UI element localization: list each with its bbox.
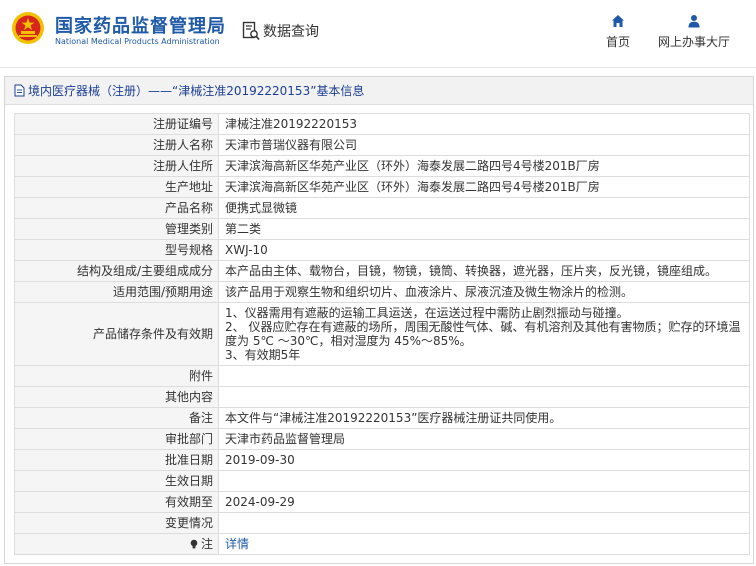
table-row: 注册证编号 津械注准20192220153 — [14, 113, 750, 135]
storage-line: 1、仪器需用有遮蔽的运输工具运送，在运送过程中需防止剧烈振动与碰撞。 — [225, 306, 629, 320]
row-value — [218, 365, 750, 387]
row-value: XWJ-10 — [218, 239, 750, 261]
table-row: 管理类别 第二类 — [14, 218, 750, 240]
note-label: 注 — [200, 537, 213, 551]
table-row: 型号规格 XWJ-10 — [14, 239, 750, 261]
home-icon — [612, 15, 624, 27]
row-value: 2019-09-30 — [218, 449, 750, 471]
row-value: 2024-09-29 — [218, 491, 750, 513]
row-label: 有效期至 — [14, 491, 219, 513]
row-label: 注册人名称 — [14, 134, 219, 156]
table-row: 结构及组成/主要组成成分 本产品由主体、载物台，目镜，物镜，镜筒、转换器，遮光器… — [14, 260, 750, 282]
table-row: 注 详情 — [14, 533, 750, 555]
lightbulb-icon — [190, 539, 198, 549]
row-label: 附件 — [14, 365, 219, 387]
row-label: 结构及组成/主要组成成分 — [14, 260, 219, 282]
row-value: 便携式显微镜 — [218, 197, 750, 219]
row-label: 管理类别 — [14, 218, 219, 240]
panel-title: 境内医疗器械（注册）——“津械注准20192220153”基本信息 — [28, 84, 365, 98]
table-row: 生产地址 天津滨海高新区华苑产业区（环外）海泰发展二路四号4号楼201B厂房 — [14, 176, 750, 198]
details-link[interactable]: 详情 — [225, 537, 249, 551]
storage-line: 2、 仪器应贮存在有遮蔽的场所，周围无酸性气体、碱、有机溶剂及其他有害物质；贮存… — [225, 320, 741, 348]
row-value: 本产品由主体、载物台，目镜，物镜，镜筒、转换器，遮光器，压片夹，反光镜，镜座组成… — [218, 260, 750, 282]
row-value: 该产品用于观察生物和组织切片、血液涂片、尿液沉渣及微生物涂片的检测。 — [218, 281, 750, 303]
row-value: 天津市药品监督管理局 — [218, 428, 750, 450]
panel-title-bar: 境内医疗器械（注册）——“津械注准20192220153”基本信息 — [5, 77, 753, 105]
row-value: 详情 — [218, 533, 750, 555]
table-row: 适用范围/预期用途 该产品用于观察生物和组织切片、血液涂片、尿液沉渣及微生物涂片… — [14, 281, 750, 303]
row-label: 备注 — [14, 407, 219, 429]
row-label: 生效日期 — [14, 470, 219, 492]
row-label: 注册证编号 — [14, 113, 219, 135]
row-label: 变更情况 — [14, 512, 219, 534]
row-value: 津械注准20192220153 — [218, 113, 750, 135]
row-value — [218, 386, 750, 408]
basic-info-panel: 境内医疗器械（注册）——“津械注准20192220153”基本信息 注册证编号 … — [4, 76, 754, 564]
table-row: 产品储存条件及有效期 1、仪器需用有遮蔽的运输工具运送，在运送过程中需防止剧烈振… — [14, 302, 750, 366]
registration-info-table: 注册证编号 津械注准20192220153 注册人名称 天津市普瑞仪器有限公司 … — [14, 113, 750, 555]
storage-line: 3、有效期5年 — [225, 348, 301, 362]
row-label: 生产地址 — [14, 176, 219, 198]
table-row: 附件 — [14, 365, 750, 387]
nav-home-label: 首页 — [605, 35, 630, 49]
nav-online-service-hall-label: 网上办事大厅 — [657, 35, 730, 49]
row-value: 天津滨海高新区华苑产业区（环外）海泰发展二路四号4号楼201B厂房 — [218, 155, 750, 177]
table-row: 其他内容 — [14, 386, 750, 408]
site-name-cn[interactable]: 国家药品监督管理局 — [55, 12, 226, 38]
row-label: 型号规格 — [14, 239, 219, 261]
row-label: 注册人住所 — [14, 155, 219, 177]
row-label: 其他内容 — [14, 386, 219, 408]
data-query-link[interactable]: 数据查询 — [242, 20, 319, 42]
site-name-en[interactable]: National Medical Products Administration — [55, 37, 220, 46]
table-row: 生效日期 — [14, 470, 750, 492]
site-header: 国家药品监督管理局 National Medical Products Admi… — [0, 0, 756, 68]
document-icon — [14, 84, 25, 97]
table-row: 备注 本文件与“津械注准20192220153”医疗器械注册证共同使用。 — [14, 407, 750, 429]
row-value: 天津市普瑞仪器有限公司 — [218, 134, 750, 156]
row-value — [218, 512, 750, 534]
table-row: 审批部门 天津市药品监督管理局 — [14, 428, 750, 450]
row-value: 本文件与“津械注准20192220153”医疗器械注册证共同使用。 — [218, 407, 750, 429]
document-search-icon — [242, 21, 260, 41]
row-value: 第二类 — [218, 218, 750, 240]
nav-home[interactable]: 首页 — [599, 14, 637, 50]
table-row: 有效期至 2024-09-29 — [14, 491, 750, 513]
note-label-cell: 注 — [14, 533, 219, 555]
row-label: 批准日期 — [14, 449, 219, 471]
row-label: 产品名称 — [14, 197, 219, 219]
table-row: 批准日期 2019-09-30 — [14, 449, 750, 471]
national-emblem-icon — [12, 12, 44, 44]
user-icon — [688, 15, 700, 28]
data-query-label: 数据查询 — [263, 24, 319, 40]
row-value — [218, 470, 750, 492]
table-row: 注册人名称 天津市普瑞仪器有限公司 — [14, 134, 750, 156]
row-label: 审批部门 — [14, 428, 219, 450]
row-value: 天津滨海高新区华苑产业区（环外）海泰发展二路四号4号楼201B厂房 — [218, 176, 750, 198]
table-row: 变更情况 — [14, 512, 750, 534]
row-label: 适用范围/预期用途 — [14, 281, 219, 303]
nav-online-service-hall[interactable]: 网上办事大厅 — [652, 14, 736, 50]
row-label: 产品储存条件及有效期 — [14, 302, 219, 366]
row-value: 1、仪器需用有遮蔽的运输工具运送，在运送过程中需防止剧烈振动与碰撞。 2、 仪器… — [218, 302, 750, 366]
table-row: 产品名称 便携式显微镜 — [14, 197, 750, 219]
table-row: 注册人住所 天津滨海高新区华苑产业区（环外）海泰发展二路四号4号楼201B厂房 — [14, 155, 750, 177]
